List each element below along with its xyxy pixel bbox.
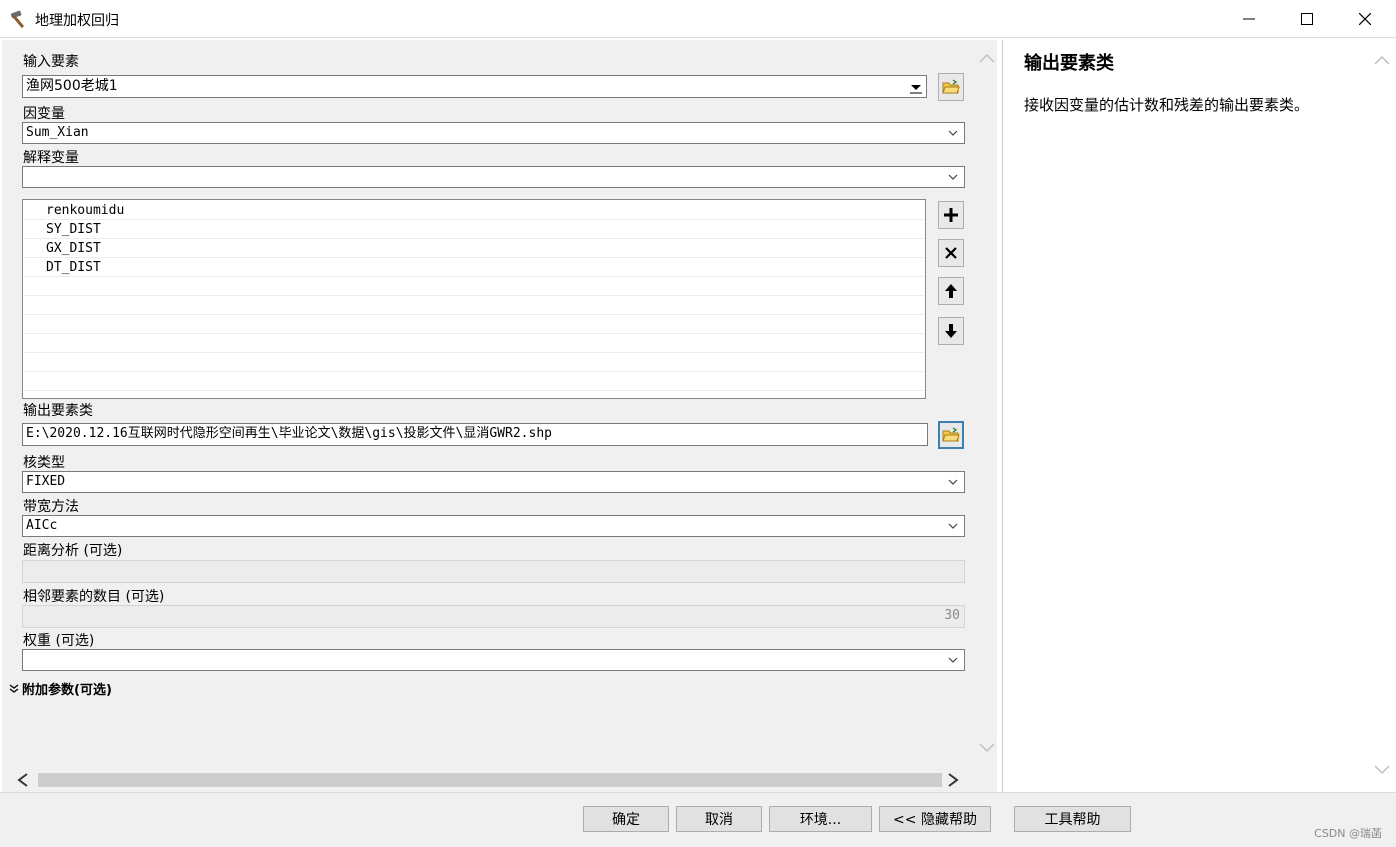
hammer-icon [10,10,25,29]
bandwidth-method-label: 带宽方法 [23,499,79,515]
bandwidth-method-value: AICc [26,518,58,533]
window-title: 地理加权回归 [35,13,119,29]
chevron-down-icon [948,479,958,485]
output-features-input[interactable]: E:\2020.12.16互联网时代隐形空间再生\毕业论文\数据\gis\投影文… [22,423,928,446]
chevron-down-icon [948,174,958,180]
list-item-empty [24,334,924,353]
explanatory-variables-combo[interactable] [22,166,965,188]
weights-label: 权重 (可选) [23,633,95,649]
distance-input [22,560,965,583]
maximize-button[interactable] [1278,0,1336,38]
scrollbar-thumb[interactable] [38,773,942,787]
watermark: CSDN @瑞菡 [1314,827,1382,840]
kernel-type-value: FIXED [26,474,66,489]
help-pane: 输出要素类 接收因变量的估计数和残差的输出要素类。 [1002,40,1394,792]
list-item-empty [24,372,924,391]
neighbors-label: 相邻要素的数目 (可选) [23,589,165,605]
input-features-value: 渔网500老城1 [26,78,118,94]
parameters-pane [2,40,997,792]
move-down-button[interactable] [938,317,964,345]
button-bar: 确定 取消 环境... << 隐藏帮助 工具帮助 CSDN @瑞菡 [0,792,1396,847]
horizontal-scrollbar[interactable] [2,768,997,792]
output-features-value: E:\2020.12.16互联网时代隐形空间再生\毕业论文\数据\gis\投影文… [26,426,552,441]
list-item[interactable]: GX_DIST [24,239,924,258]
list-item[interactable]: DT_DIST [24,258,924,277]
environments-button[interactable]: 环境... [769,806,872,832]
scroll-left-icon[interactable] [16,772,30,788]
browse-input-button[interactable] [938,73,964,101]
list-item[interactable]: SY_DIST [24,220,924,239]
folder-icon [942,427,960,442]
explanatory-variables-label: 解释变量 [23,150,79,166]
dependent-variable-label: 因变量 [23,106,65,122]
scroll-down-icon[interactable] [1373,764,1391,776]
double-chevron-down-icon [9,683,19,693]
kernel-type-combo[interactable]: FIXED [22,471,965,493]
chevron-down-icon [948,657,958,663]
scroll-up-icon[interactable] [1373,54,1391,66]
scroll-right-icon[interactable] [946,772,960,788]
scroll-up-icon[interactable] [978,52,996,64]
additional-params-label: 附加参数(可选) [22,683,112,698]
additional-params-toggle[interactable]: 附加参数(可选) [9,679,112,698]
plus-icon [944,208,958,222]
list-item-empty [24,353,924,372]
list-item-empty [24,315,924,334]
remove-variable-button[interactable] [938,239,964,267]
dependent-variable-combo[interactable]: Sum_Xian [22,122,965,144]
help-description: 接收因变量的估计数和残差的输出要素类。 [1024,96,1310,114]
cancel-button[interactable]: 取消 [676,806,762,832]
dependent-variable-value: Sum_Xian [26,125,89,140]
output-features-label: 输出要素类 [23,403,93,419]
folder-icon [942,79,960,94]
explanatory-variables-list[interactable]: renkoumidu SY_DIST GX_DIST DT_DIST [22,199,926,399]
chevron-down-icon [948,523,958,529]
add-variable-button[interactable] [938,201,964,229]
tool-help-button[interactable]: 工具帮助 [1014,806,1131,832]
bandwidth-method-combo[interactable]: AICc [22,515,965,537]
chevron-down-icon [948,130,958,136]
kernel-type-label: 核类型 [23,455,65,471]
move-up-button[interactable] [938,277,964,305]
neighbors-value: 30 [944,608,960,623]
dropdown-arrow-icon[interactable] [908,80,924,94]
browse-output-button[interactable] [938,421,964,449]
weights-combo[interactable] [22,649,965,671]
arrow-down-icon [945,324,957,338]
list-item-empty [24,296,924,315]
title-bar: 地理加权回归 [0,0,1396,38]
x-icon [945,247,957,259]
distance-label: 距离分析 (可选) [23,543,123,559]
vertical-scrollbar[interactable] [976,40,997,768]
input-features-label: 输入要素 [23,54,79,70]
close-icon [1359,13,1371,25]
minimize-button[interactable] [1220,0,1278,38]
hide-help-button[interactable]: << 隐藏帮助 [879,806,991,832]
maximize-icon [1301,13,1313,25]
help-title: 输出要素类 [1024,53,1114,74]
list-item-empty [24,277,924,296]
ok-button[interactable]: 确定 [583,806,669,832]
list-item[interactable]: renkoumidu [24,201,924,220]
minimize-icon [1243,18,1255,20]
close-button[interactable] [1336,0,1394,38]
scroll-down-icon[interactable] [978,742,996,754]
input-features-combo[interactable]: 渔网500老城1 [22,75,927,98]
arrow-up-icon [945,284,957,298]
neighbors-input: 30 [22,605,965,628]
